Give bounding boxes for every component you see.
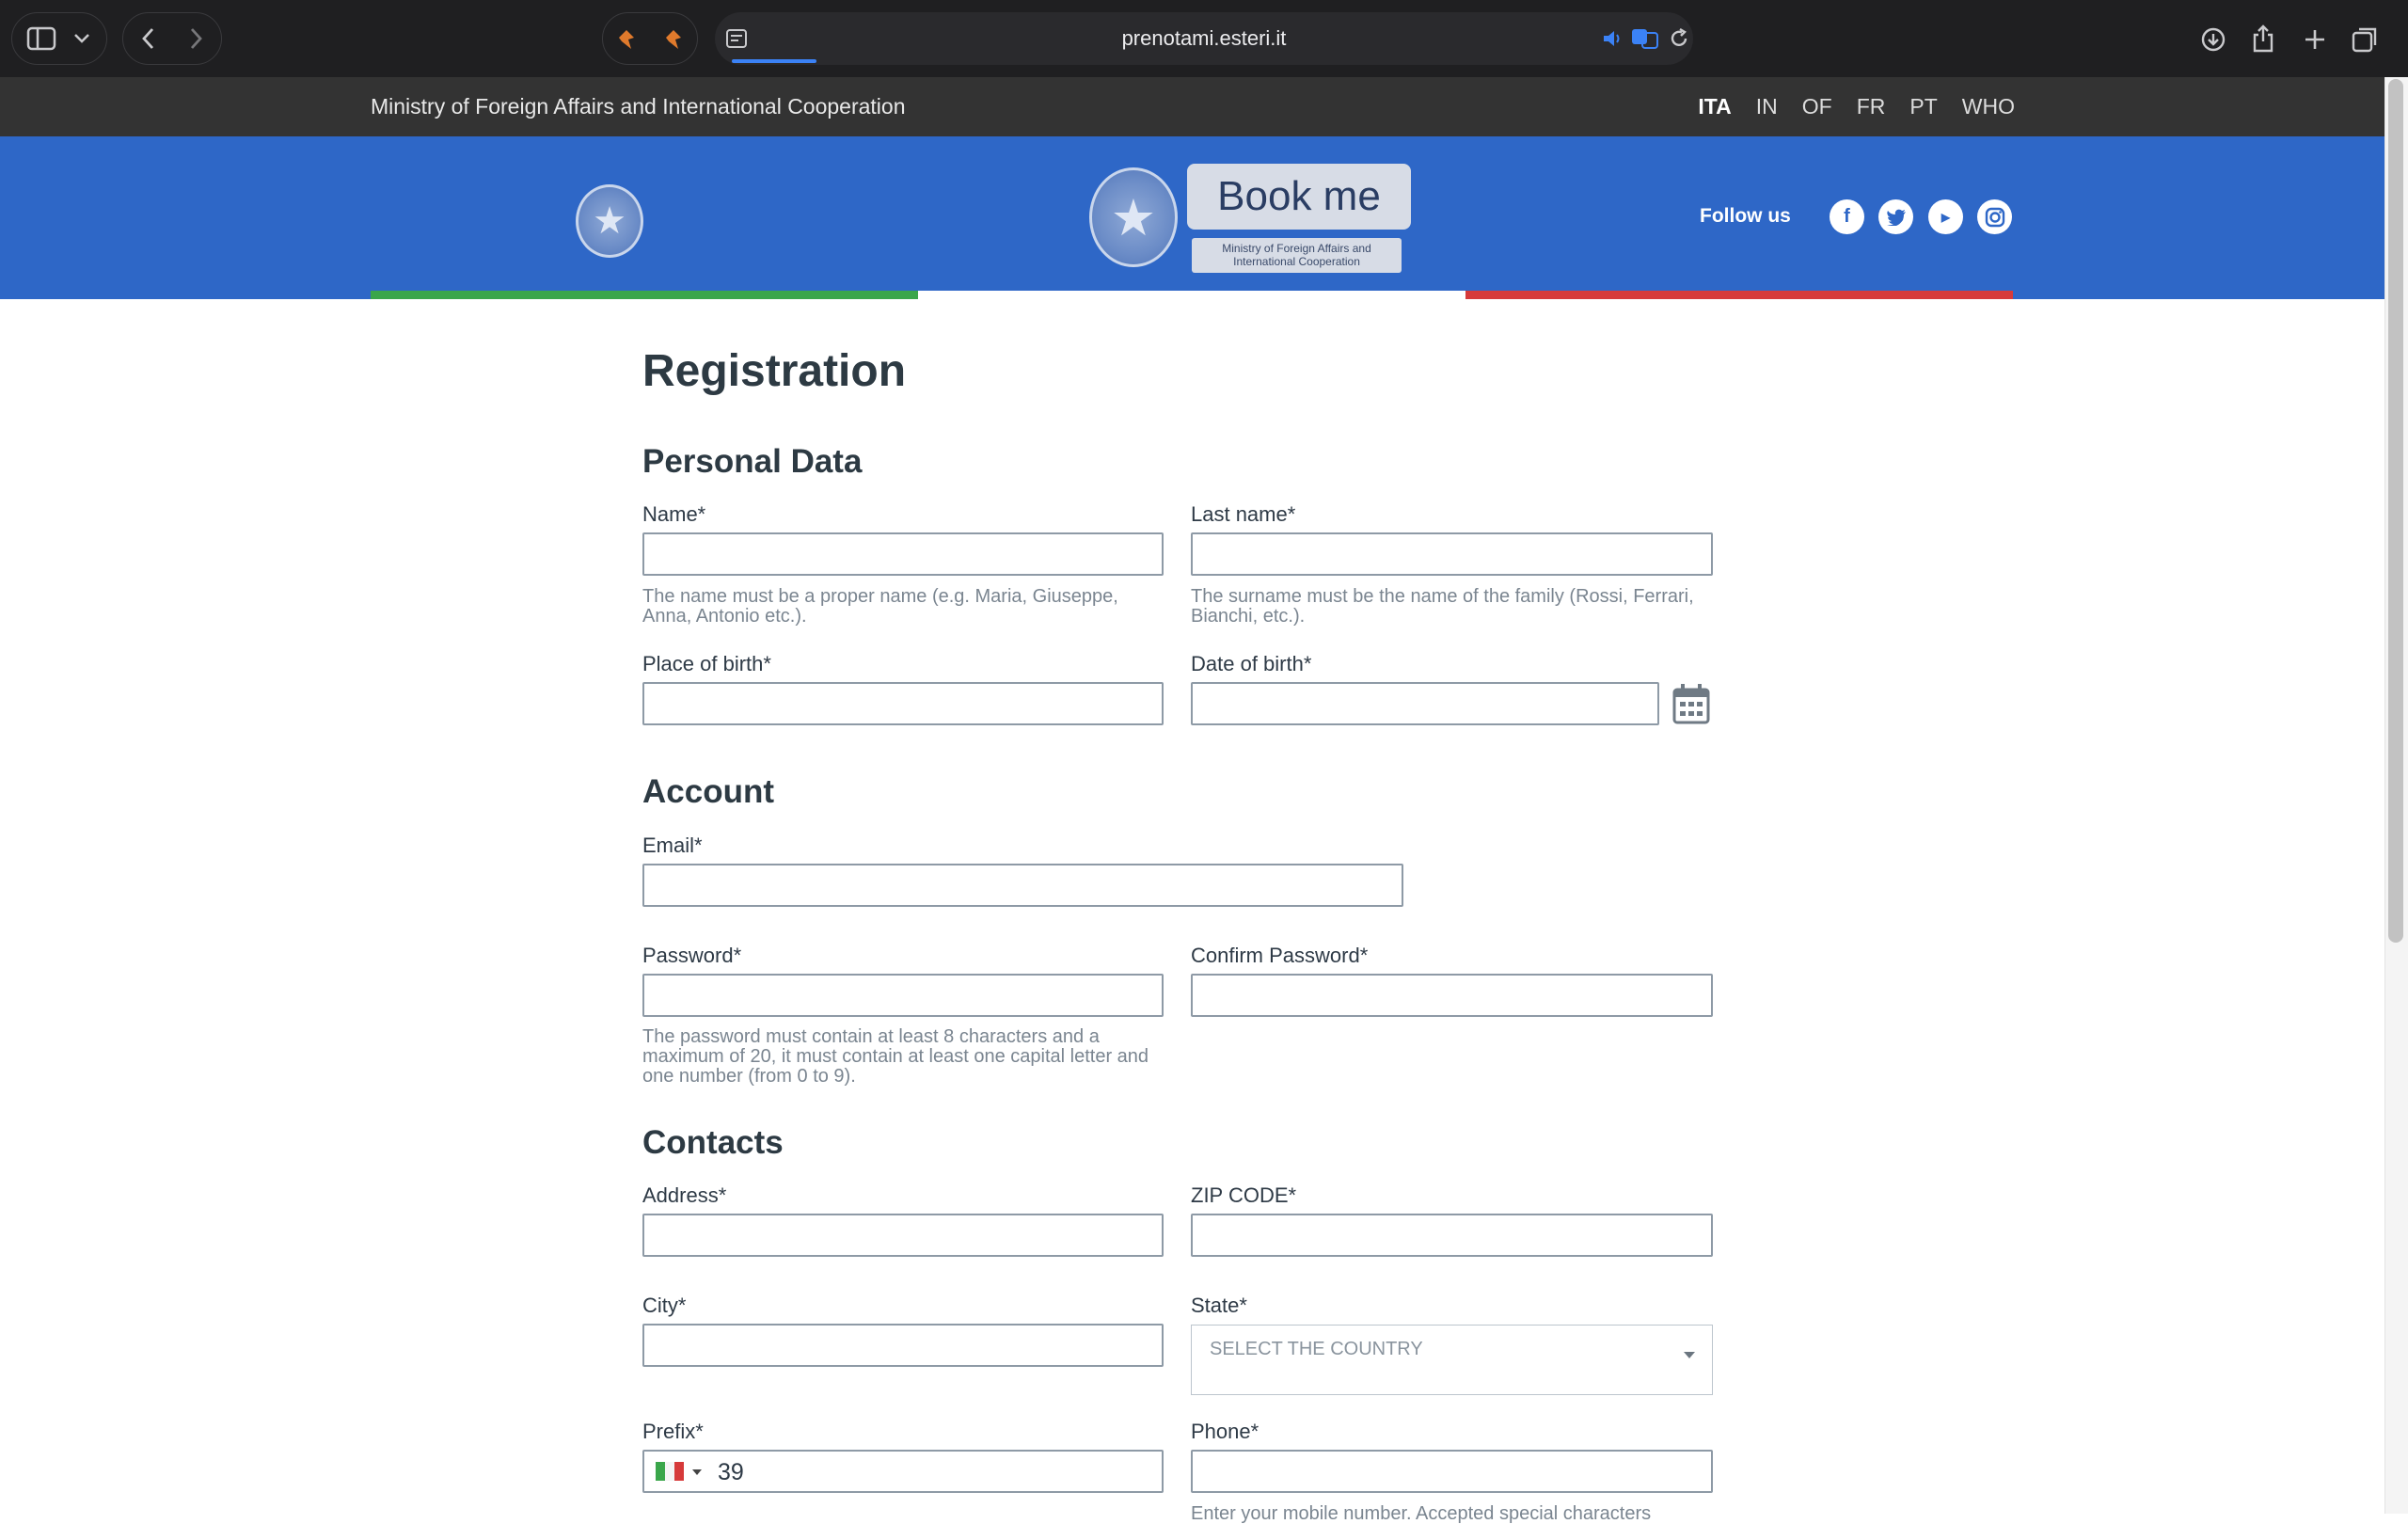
- logo-subtitle: Ministry of Foreign Affairs and Internat…: [1192, 238, 1402, 273]
- browser-toolbar: prenotami.esteri.it: [0, 0, 2408, 77]
- email-input[interactable]: [642, 864, 1403, 907]
- section-account: Account: [642, 773, 774, 810]
- state-label: State*: [1191, 1294, 1247, 1317]
- name-input[interactable]: [642, 532, 1164, 576]
- place-of-birth-label: Place of birth*: [642, 652, 771, 675]
- url-text[interactable]: prenotami.esteri.it: [715, 12, 1693, 65]
- back-icon[interactable]: [132, 23, 166, 55]
- chevron-down-icon[interactable]: [692, 1469, 702, 1475]
- password-label: Password*: [642, 944, 742, 967]
- extension-icon[interactable]: [660, 26, 687, 53]
- book-me-logo[interactable]: Book me: [1187, 164, 1411, 230]
- lang-fr[interactable]: FR: [1857, 94, 1886, 119]
- last-name-input[interactable]: [1191, 532, 1713, 576]
- phone-input[interactable]: [1191, 1450, 1713, 1493]
- city-label: City*: [642, 1294, 687, 1317]
- instagram-icon[interactable]: [1977, 199, 2012, 234]
- password-hint: The password must contain at least 8 cha…: [642, 1026, 1149, 1087]
- lang-of[interactable]: OF: [1802, 94, 1832, 119]
- zip-input[interactable]: [1191, 1214, 1713, 1257]
- download-icon[interactable]: [2197, 24, 2229, 55]
- site-top-bar: Ministry of Foreign Affairs and Internat…: [0, 77, 2384, 136]
- prefix-label: Prefix*: [642, 1420, 704, 1443]
- twitter-icon[interactable]: [1878, 199, 1913, 234]
- republic-emblem-icon[interactable]: [576, 184, 643, 258]
- last-name-hint: The surname must be the name of the fami…: [1191, 586, 1694, 627]
- calendar-icon[interactable]: [1672, 683, 1710, 724]
- zip-label: ZIP CODE*: [1191, 1183, 1297, 1207]
- follow-us-label: Follow us: [1700, 205, 1791, 227]
- state-select[interactable]: SELECT THE COUNTRY: [1191, 1325, 1713, 1395]
- address-input[interactable]: [642, 1214, 1164, 1257]
- state-select-value: SELECT THE COUNTRY: [1210, 1339, 1423, 1359]
- italy-flag-icon[interactable]: [656, 1462, 684, 1481]
- date-of-birth-label: Date of birth*: [1191, 652, 1312, 675]
- lang-who[interactable]: WHO: [1962, 94, 2015, 119]
- place-of-birth-input[interactable]: [642, 682, 1164, 725]
- share-icon[interactable]: [2247, 23, 2279, 55]
- language-switcher: ITA IN OF FR PT WHO: [1698, 77, 2015, 136]
- address-label: Address*: [642, 1183, 727, 1207]
- forward-icon[interactable]: [179, 23, 213, 55]
- section-personal-data: Personal Data: [642, 443, 863, 480]
- flag-stripe-white: [918, 291, 1465, 299]
- prefix-value: 39: [718, 1459, 744, 1485]
- flag-stripe-green: [371, 291, 918, 299]
- scrollbar-thumb[interactable]: [2388, 79, 2403, 943]
- date-of-birth-input[interactable]: [1191, 682, 1659, 725]
- ministry-name: Ministry of Foreign Affairs and Internat…: [371, 94, 906, 119]
- tab-overview-icon[interactable]: [2349, 24, 2381, 55]
- speaker-icon[interactable]: [1599, 25, 1627, 52]
- sidebar-icon[interactable]: [24, 23, 58, 55]
- reload-icon[interactable]: [1665, 25, 1693, 52]
- new-tab-icon[interactable]: [2299, 24, 2331, 55]
- name-hint: The name must be a proper name (e.g. Mar…: [642, 586, 1118, 627]
- chevron-down-icon[interactable]: [70, 26, 94, 51]
- phone-hint: Enter your mobile number. Accepted speci…: [1191, 1503, 1652, 1524]
- lang-pt[interactable]: PT: [1909, 94, 1937, 119]
- address-bar[interactable]: prenotami.esteri.it: [715, 12, 1693, 65]
- page-title: Registration: [642, 346, 907, 396]
- page-load-progress: [732, 59, 816, 63]
- password-input[interactable]: [642, 974, 1164, 1017]
- youtube-icon[interactable]: ▶: [1928, 199, 1963, 234]
- lang-ita[interactable]: ITA: [1698, 94, 1731, 119]
- extension-icon[interactable]: [613, 26, 640, 53]
- city-input[interactable]: [642, 1324, 1164, 1367]
- lang-in[interactable]: IN: [1756, 94, 1778, 119]
- section-contacts: Contacts: [642, 1124, 784, 1161]
- email-label: Email*: [642, 833, 703, 857]
- confirm-password-input[interactable]: [1191, 974, 1713, 1017]
- name-label: Name*: [642, 502, 706, 526]
- flag-stripe-red: [1465, 291, 2013, 299]
- confirm-password-label: Confirm Password*: [1191, 944, 1369, 967]
- chevron-down-icon: [1684, 1352, 1695, 1358]
- translate-icon[interactable]: [1629, 25, 1661, 52]
- facebook-icon[interactable]: f: [1830, 199, 1864, 234]
- last-name-label: Last name*: [1191, 502, 1296, 526]
- phone-label: Phone*: [1191, 1420, 1259, 1443]
- republic-emblem-icon: [1089, 167, 1178, 267]
